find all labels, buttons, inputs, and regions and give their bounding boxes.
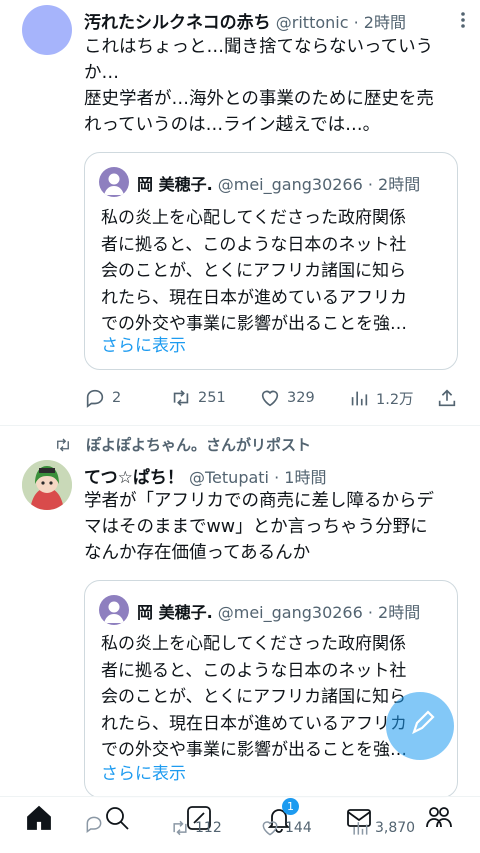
like-count: 329 xyxy=(287,390,315,406)
more-vertical-icon[interactable] xyxy=(453,10,473,30)
show-more-link[interactable]: さらに表示 xyxy=(101,759,186,784)
ghost-reply-icon xyxy=(84,814,104,838)
quoted-author-handle: @mei_gang30266 xyxy=(217,603,363,622)
show-more-link[interactable]: さらに表示 xyxy=(101,331,186,356)
notification-badge: 1 xyxy=(282,798,299,815)
tweet-text: これはちょっと…聞き捨てならないっていう か… 歴史学者が…海外との事業のために… xyxy=(84,37,434,135)
compose-button[interactable] xyxy=(386,692,454,760)
author-name[interactable]: てつ☆ぱち！ xyxy=(84,468,184,488)
bar-chart-icon xyxy=(351,391,368,406)
reply-icon xyxy=(86,389,104,408)
bar-chart-icon xyxy=(353,822,368,835)
repost-count: 251 xyxy=(198,390,226,406)
reply-button[interactable]: 2 xyxy=(84,383,121,413)
nav-communities[interactable] xyxy=(424,803,464,843)
author-name[interactable]: 汚れたシルクネコの赤ち xyxy=(84,13,271,33)
nav-home[interactable] xyxy=(24,803,64,843)
repost-button[interactable]: 251 xyxy=(170,383,226,413)
tweet-text: 学者が「アフリカでの商売に差し障るからデ マはそのままでww」とか言っちゃう分野… xyxy=(84,491,434,563)
timestamp[interactable]: · 2時間 xyxy=(354,13,406,32)
share-button[interactable] xyxy=(436,383,464,413)
reply-count: 2 xyxy=(112,390,122,406)
avatar[interactable] xyxy=(22,460,72,510)
author-handle[interactable]: @rittonic xyxy=(276,13,349,32)
quoted-timestamp: · 2時間 xyxy=(367,175,421,194)
quoted-author-name: 岡 美穂子. xyxy=(137,175,213,194)
tweet-1[interactable]: 汚れたシルクネコの赤ち @rittonic · 2時間 これはちょっと…聞き捨て… xyxy=(0,0,480,425)
quoted-timestamp: · 2時間 xyxy=(367,603,421,622)
compose-icon xyxy=(412,710,435,735)
repost-icon xyxy=(57,438,69,451)
repost-context-label: ぽよぽよちゃん。さんがリポスト xyxy=(86,436,312,454)
heart-icon xyxy=(261,390,279,407)
repost-count: 112 xyxy=(170,818,222,838)
quoted-author-handle: @mei_gang30266 xyxy=(217,175,363,194)
repost-context[interactable]: ぽよぽよちゃん。さんがリポスト xyxy=(54,434,311,455)
like-button[interactable]: 329 xyxy=(259,383,315,413)
like-count: 144 xyxy=(260,818,312,838)
avatar[interactable] xyxy=(22,5,72,55)
repost-icon xyxy=(173,820,187,836)
people-icon xyxy=(426,807,452,828)
avatar[interactable] xyxy=(99,167,129,197)
quoted-tweet[interactable]: 岡 美穂子. @mei_gang30266 · 2時間 私の炎上を心配してくださ… xyxy=(84,580,458,798)
quoted-author-name: 岡 美穂子. xyxy=(137,603,213,622)
share-icon xyxy=(438,389,456,407)
search-icon xyxy=(106,807,129,830)
quoted-text: 私の炎上を心配してくださった政府関係 者に拠ると、このような日本のネット社 会の… xyxy=(101,208,407,334)
repost-icon xyxy=(173,390,189,406)
view-count: 1.2万 xyxy=(376,391,414,408)
divider xyxy=(0,425,480,426)
nav-search[interactable] xyxy=(102,803,142,843)
timestamp[interactable]: · 1時間 xyxy=(274,468,326,487)
tweet-actions: 2 251 329 1.2万 xyxy=(0,383,480,413)
view-count: 3,870 xyxy=(350,818,415,838)
heart-icon xyxy=(262,821,278,836)
quoted-tweet[interactable]: 岡 美穂子. @mei_gang30266 · 2時間 私の炎上を心配してくださ… xyxy=(84,152,458,370)
author-handle[interactable]: @Tetupati xyxy=(189,468,269,487)
views-button[interactable]: 1.2万 xyxy=(348,383,414,413)
avatar[interactable] xyxy=(99,595,129,625)
home-icon xyxy=(27,805,51,830)
quoted-text: 私の炎上を心配してくださった政府関係 者に拠ると、このような日本のネット社 会の… xyxy=(101,634,407,760)
